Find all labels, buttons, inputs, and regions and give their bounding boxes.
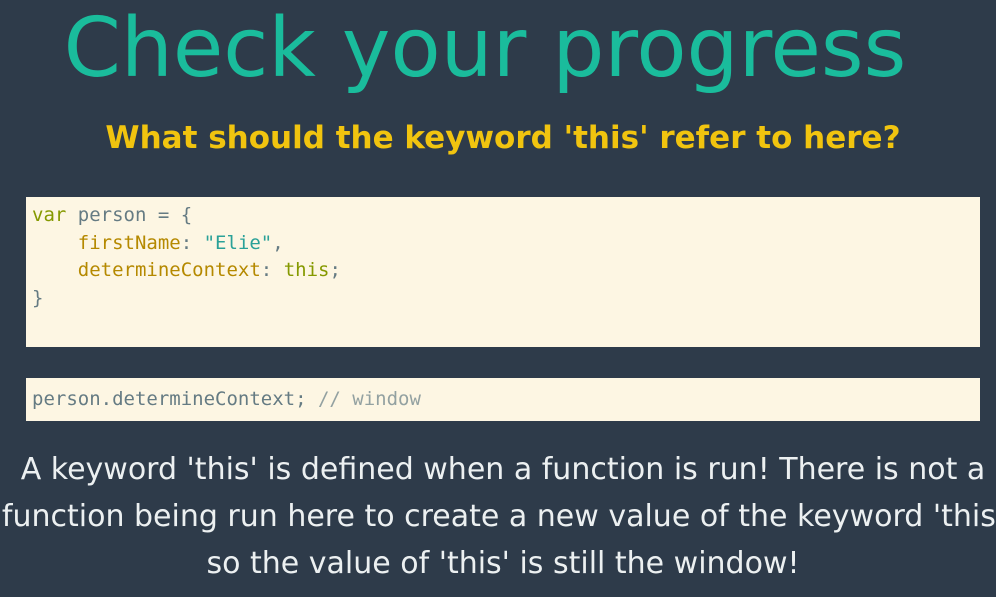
code-line-1: var person = { [32,202,974,230]
code-text: } [32,286,44,309]
code-text: ; [329,259,341,281]
code-block-call: person.determineContext; // window [26,378,980,421]
code-keyword-var: var [32,204,67,226]
code-text: , [272,231,284,254]
code-text: : [260,259,284,281]
code-expression: person.determineContext; [32,388,318,410]
code-block-object: var person = { firstName: "Elie", determ… [26,197,980,347]
code-string-elie: "Elie" [203,231,273,254]
code-property-determinecontext: determineContext [77,259,261,281]
question-text: What should the keyword 'this' refer to … [105,120,901,156]
code-text: person = { [66,204,193,226]
code-text: : [180,231,204,254]
code-line-3: determineContext: this; [32,257,974,285]
code-keyword-this: this [283,259,330,281]
code-line-2: firstName: "Elie", [32,230,974,258]
explanation-text: A keyword 'this' is defined when a funct… [1,452,996,581]
code-comment: // window [317,388,421,410]
code-line-4: } [32,285,974,313]
slide-title: Check your progress [63,1,907,96]
code-property-firstname: firstName [77,231,181,254]
